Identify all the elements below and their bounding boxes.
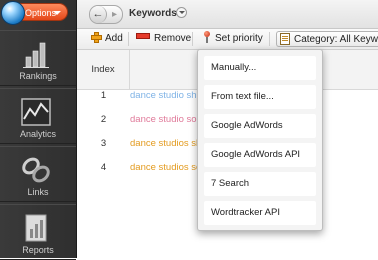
remove-button[interactable]: Remove xyxy=(136,29,191,49)
sidebar-item-label: Reports xyxy=(22,245,54,255)
bar-chart-icon xyxy=(23,42,49,68)
menu-item-google-adwords-api[interactable]: Google AdWords API xyxy=(204,143,316,167)
toolbar-divider xyxy=(128,32,129,46)
sidebar-item-reports[interactable]: Reports xyxy=(0,204,76,260)
header-bar: ← ▸ Keywords xyxy=(77,0,378,29)
row-index: 4 xyxy=(100,162,107,173)
category-select[interactable]: Category: All Keywords xyxy=(276,31,378,47)
sidebar-item-label: Links xyxy=(27,187,49,197)
title-dropdown-button[interactable] xyxy=(176,7,187,18)
remove-label: Remove xyxy=(154,33,192,44)
sidebar-item-analytics[interactable]: Analytics xyxy=(0,88,76,144)
row-keyword: dance studios so xyxy=(130,162,202,173)
toolbar: Add Remove Set priority Category: All Ke… xyxy=(77,29,378,50)
options-label: Options xyxy=(25,8,57,18)
row-keyword: dance studio so xyxy=(130,114,197,125)
row-index: 3 xyxy=(100,138,107,149)
menu-item-7-search[interactable]: 7 Search xyxy=(204,172,316,196)
menu-item-google-adwords[interactable]: Google AdWords xyxy=(204,114,316,138)
back-button[interactable]: ← xyxy=(90,6,107,23)
sidebar: Options Rankings Analytics Links Reports xyxy=(0,0,77,260)
chain-link-icon xyxy=(22,157,50,183)
pin-icon xyxy=(203,31,211,43)
globe-logo-icon xyxy=(1,1,25,25)
row-index: 2 xyxy=(100,114,107,125)
forward-button[interactable]: ▸ xyxy=(108,6,121,23)
row-keyword: dance studio sh xyxy=(130,90,197,101)
arrow-right-icon: ▸ xyxy=(111,9,118,20)
arrow-left-icon: ← xyxy=(92,8,104,20)
history-nav: ← ▸ xyxy=(89,5,123,24)
line-chart-icon xyxy=(21,98,51,126)
menu-item-from-text-file[interactable]: From text file... xyxy=(204,85,316,109)
row-index: 1 xyxy=(100,90,107,101)
page-title: Keywords xyxy=(129,8,177,19)
sidebar-item-label: Rankings xyxy=(19,71,57,81)
chevron-down-icon xyxy=(53,11,61,15)
options-button[interactable]: Options xyxy=(1,1,68,25)
sidebar-item-links[interactable]: Links xyxy=(0,146,76,202)
toolbar-divider xyxy=(192,32,193,46)
add-button[interactable]: Add xyxy=(91,29,123,49)
sidebar-item-rankings[interactable]: Rankings xyxy=(0,30,76,86)
menu-item-wordtracker-api[interactable]: Wordtracker API xyxy=(204,201,316,225)
add-icon xyxy=(91,32,102,43)
add-label: Add xyxy=(105,33,123,44)
remove-icon xyxy=(136,33,150,39)
category-label: Category: All Keywords xyxy=(294,34,378,45)
add-source-menu: Manually... From text file... Google AdW… xyxy=(197,49,323,231)
toolbar-divider xyxy=(269,32,270,46)
set-priority-label: Set priority xyxy=(215,33,263,44)
report-icon xyxy=(25,214,47,242)
category-icon xyxy=(280,33,290,45)
menu-item-manually[interactable]: Manually... xyxy=(204,56,316,80)
row-keyword: dance studios sh xyxy=(130,138,202,149)
set-priority-button[interactable]: Set priority xyxy=(203,29,263,49)
sidebar-item-label: Analytics xyxy=(19,129,56,139)
